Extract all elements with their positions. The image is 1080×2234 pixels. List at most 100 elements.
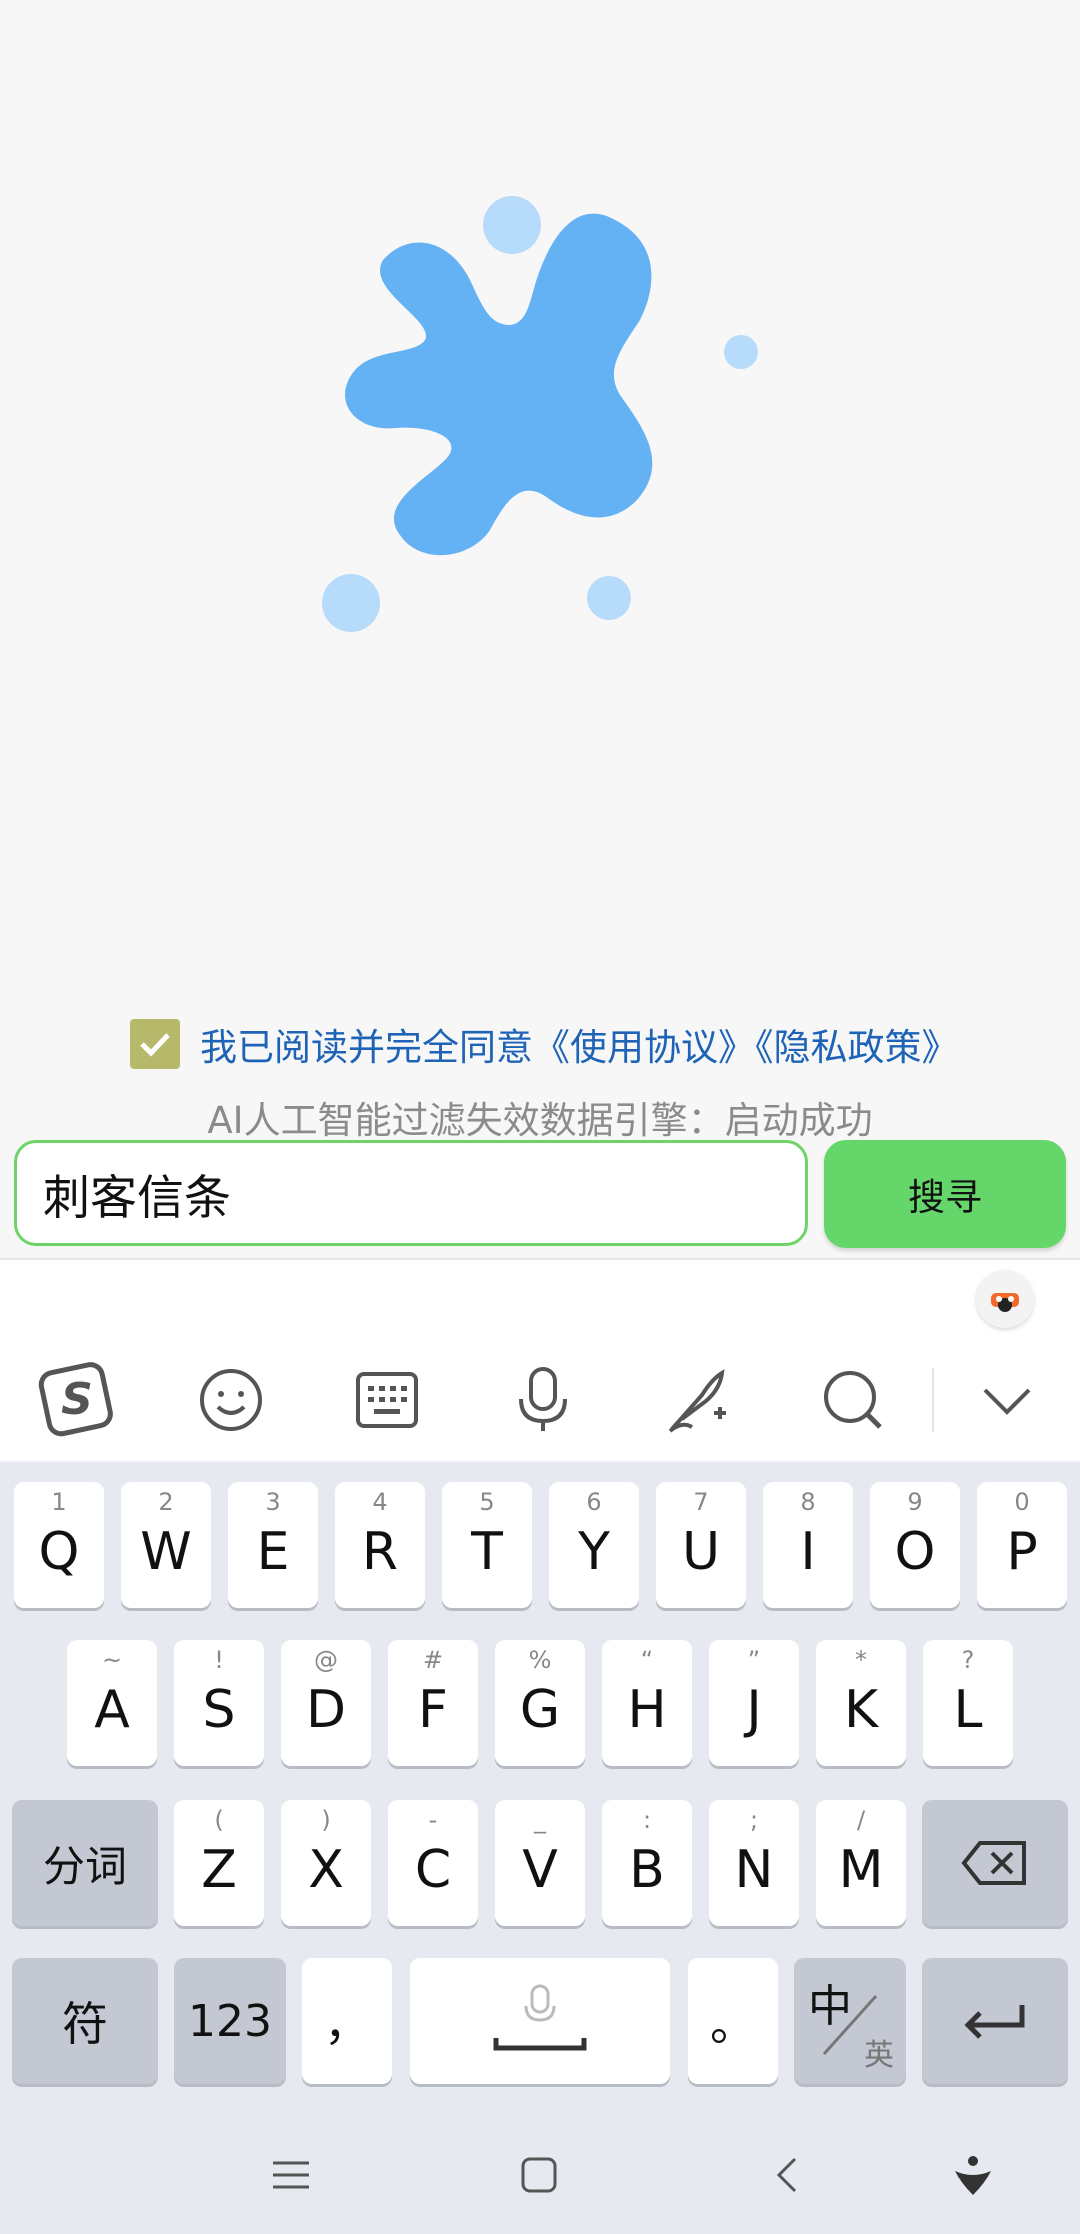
- divider: [0, 1258, 1080, 1260]
- key-s[interactable]: ! S: [174, 1640, 264, 1766]
- key-symbols-label: 符: [62, 1997, 108, 2051]
- key-main-label: K: [843, 1680, 879, 1740]
- menu-icon[interactable]: [256, 2140, 326, 2210]
- key-main-label: S: [202, 1680, 236, 1740]
- back-icon[interactable]: [752, 2140, 822, 2210]
- key-sub-label: 3: [265, 1488, 281, 1516]
- check-icon: [140, 1033, 170, 1057]
- key-main-label: Y: [578, 1522, 610, 1582]
- key-z[interactable]: (Z: [174, 1800, 264, 1926]
- logo-splash-shape: [344, 213, 653, 556]
- emoji-icon[interactable]: [186, 1360, 276, 1440]
- key-y[interactable]: 6Y: [549, 1482, 639, 1608]
- logo-dot: [724, 335, 758, 369]
- assistant-icon[interactable]: [938, 2140, 1008, 2210]
- key-sub-label: 7: [693, 1488, 709, 1516]
- agreement-checkbox[interactable]: [130, 1019, 180, 1069]
- key-q[interactable]: 1Q: [14, 1482, 104, 1608]
- key-t[interactable]: 5T: [442, 1482, 532, 1608]
- key-i[interactable]: 8I: [763, 1482, 853, 1608]
- key-j[interactable]: ” J: [709, 1640, 799, 1766]
- handwriting-icon[interactable]: [652, 1360, 742, 1440]
- ime-mascot-icon[interactable]: [976, 1270, 1034, 1328]
- key-main-label: T: [471, 1522, 503, 1582]
- key-main-label: G: [519, 1680, 561, 1740]
- key-w[interactable]: 2W: [121, 1482, 211, 1608]
- key-a[interactable]: ~ A: [67, 1640, 157, 1766]
- key-sub-label: *: [855, 1646, 867, 1674]
- key-r[interactable]: 4R: [335, 1482, 425, 1608]
- key-x[interactable]: ) X: [281, 1800, 371, 1926]
- key-enter[interactable]: [922, 1958, 1068, 2084]
- key-lang-sub: 英: [864, 2038, 894, 2073]
- search-button[interactable]: 搜寻: [824, 1140, 1066, 1248]
- key-sub-label: (: [214, 1806, 224, 1834]
- key-f[interactable]: # F: [388, 1640, 478, 1766]
- key-o[interactable]: 9O: [870, 1482, 960, 1608]
- key-period-label: 。: [710, 1997, 756, 2051]
- key-main-label: O: [894, 1522, 936, 1582]
- engine-status-text: AI人工智能过滤失效数据引擎：启动成功: [207, 1099, 873, 1142]
- key-sub-label: 0: [1014, 1488, 1030, 1516]
- toolbar-separator: [932, 1368, 934, 1432]
- key-comma[interactable]: ，: [302, 1958, 392, 2084]
- key-sub-label: #: [422, 1646, 444, 1674]
- key-n[interactable]: ; N: [709, 1800, 799, 1926]
- chevron-down-icon[interactable]: [962, 1360, 1052, 1440]
- ime-toolbar: S: [0, 1340, 1080, 1455]
- key-e[interactable]: 3E: [228, 1482, 318, 1608]
- key-h[interactable]: “H: [602, 1640, 692, 1766]
- key-space[interactable]: [410, 1958, 670, 2084]
- agreement-text[interactable]: 我已阅读并完全同意《使用协议》《隐私政策》: [200, 1017, 959, 1071]
- key-sub-label: 5: [479, 1488, 495, 1516]
- logo-dot: [587, 576, 631, 620]
- key-main-label: U: [681, 1522, 721, 1582]
- key-main-label: D: [305, 1680, 347, 1740]
- key-l[interactable]: ? L: [923, 1640, 1013, 1766]
- key-sub-label: 8: [800, 1488, 816, 1516]
- key-c[interactable]: -C: [388, 1800, 478, 1926]
- key-sub-label: “: [640, 1646, 654, 1674]
- key-v[interactable]: _ V: [495, 1800, 585, 1926]
- key-sub-label: ”: [747, 1646, 761, 1674]
- key-main-label: Z: [201, 1840, 237, 1900]
- search-input[interactable]: 刺客信条: [14, 1140, 808, 1246]
- key-sub-label: 6: [586, 1488, 602, 1516]
- key-u[interactable]: 7U: [656, 1482, 746, 1608]
- key-main-label: Q: [38, 1522, 80, 1582]
- key-sub-label: 9: [907, 1488, 923, 1516]
- key-sub-label: ;: [749, 1806, 759, 1834]
- key-d[interactable]: @ D: [281, 1640, 371, 1766]
- svg-text:S: S: [61, 1374, 93, 1425]
- keyboard-icon[interactable]: [342, 1360, 432, 1440]
- key-fenci[interactable]: 分词: [12, 1800, 158, 1926]
- key-p[interactable]: 0P: [977, 1482, 1067, 1608]
- microphone-icon[interactable]: [498, 1360, 588, 1440]
- key-main-label: I: [800, 1522, 816, 1582]
- key-sub-label: /: [856, 1806, 866, 1834]
- agreement-row[interactable]: 我已阅读并完全同意《使用协议》《隐私政策》: [130, 1018, 959, 1070]
- key-k[interactable]: * K: [816, 1640, 906, 1766]
- key-sub-label: @: [314, 1646, 338, 1674]
- search-icon[interactable]: [808, 1360, 898, 1440]
- key-sub-label: 2: [158, 1488, 174, 1516]
- key-lang-switch[interactable]: 中 英: [794, 1958, 906, 2084]
- key-period[interactable]: 。: [688, 1958, 778, 2084]
- key-sub-label: 4: [372, 1488, 388, 1516]
- key-main-label: R: [361, 1522, 399, 1582]
- key-123[interactable]: 123: [174, 1958, 286, 2084]
- logo-dot: [483, 196, 541, 254]
- home-icon[interactable]: [504, 2140, 574, 2210]
- key-123-label: 123: [188, 1995, 272, 2047]
- key-backspace[interactable]: [922, 1800, 1068, 1926]
- key-b[interactable]: :B: [602, 1800, 692, 1926]
- key-main-label: V: [522, 1840, 558, 1900]
- key-main-label: F: [418, 1680, 448, 1740]
- key-fenci-label: 分词: [42, 1841, 127, 1891]
- key-sub-label: ~: [101, 1646, 123, 1674]
- key-g[interactable]: % G: [495, 1640, 585, 1766]
- system-navbar: [0, 2110, 1080, 2234]
- key-symbols[interactable]: 符: [12, 1958, 158, 2084]
- sogou-logo-icon[interactable]: S: [32, 1360, 122, 1440]
- key-m[interactable]: / M: [816, 1800, 906, 1926]
